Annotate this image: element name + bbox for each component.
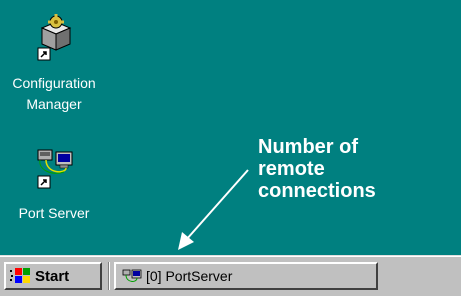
taskbar-button-label: [0] PortServer (146, 268, 233, 284)
desktop-icon-label: Configuration Manager (12, 75, 96, 112)
desktop: Configuration Manager Port Server Number… (0, 0, 461, 255)
desktop-icon-label: Port Server (18, 205, 90, 221)
desktop-icon-port-server[interactable]: Port Server (12, 144, 96, 224)
taskbar-button-portserver[interactable]: [0] PortServer (114, 262, 378, 290)
taskbar: Start [0] PortServer (0, 255, 461, 296)
taskbar-divider (108, 262, 110, 290)
windows-logo-icon (10, 267, 32, 285)
annotation-text: Number of remote connections (258, 136, 376, 202)
start-button[interactable]: Start (4, 262, 102, 290)
start-button-label: Start (35, 267, 70, 285)
configuration-manager-icon (36, 14, 76, 62)
port-server-icon (36, 144, 76, 190)
desktop-icon-configuration-manager[interactable]: Configuration Manager (8, 14, 100, 118)
port-server-icon (122, 267, 142, 285)
